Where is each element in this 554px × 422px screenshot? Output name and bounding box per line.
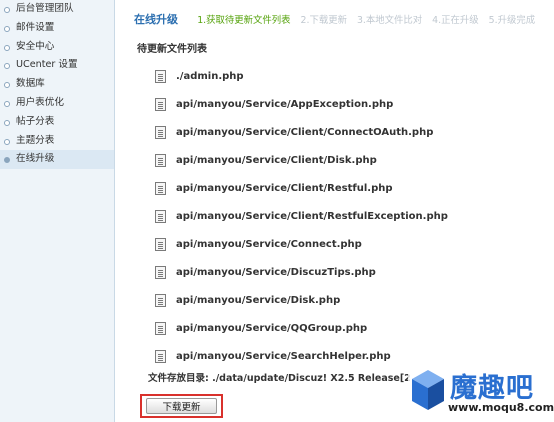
file-icon: [155, 321, 166, 335]
watermark-title: 魔趣吧: [450, 373, 534, 404]
step-3: 3.本地文件比对: [356, 15, 423, 26]
file-name: api/manyou/Service/Connect.php: [176, 238, 362, 250]
file-icon: [155, 265, 166, 279]
file-name: api/manyou/Service/SearchHelper.php: [176, 350, 391, 362]
bullet-icon: [4, 138, 10, 145]
sidebar-item[interactable]: UCenter 设置: [0, 56, 114, 75]
page-title: 在线升级: [134, 13, 178, 26]
sidebar-item-label: UCenter 设置: [16, 59, 78, 71]
bullet-icon: [4, 63, 10, 70]
file-icon: [155, 69, 166, 83]
watermark-logo: 魔趣吧 www.moqu8.com: [408, 364, 554, 420]
list-item: api/manyou/Service/Client/ConnectOAuth.p…: [155, 118, 448, 146]
sidebar: 后台管理团队 邮件设置安全中心 UCenter 设置 数据库用户表优化帖子分表主题分表…: [0, 0, 115, 422]
sidebar-item[interactable]: 邮件设置: [0, 19, 114, 38]
bullet-icon: [4, 100, 10, 107]
file-icon: [155, 153, 166, 167]
sidebar-item[interactable]: 在线升级: [0, 150, 114, 170]
sidebar-item[interactable]: 主题分表: [0, 132, 114, 151]
step-bar: 在线升级 1.获取待更新文件列表 2.下载更新 3.本地文件比对 4.正在升级 5.升级…: [134, 11, 545, 27]
download-update-button[interactable]: 下载更新: [146, 398, 217, 414]
file-icon: [155, 97, 166, 111]
sidebar-item-label: 帖子分表: [16, 115, 55, 127]
sidebar-item-label: 安全中心: [16, 40, 55, 52]
bullet-icon: [4, 119, 10, 126]
list-item: api/manyou/Service/QQGroup.php: [155, 314, 448, 342]
sidebar-item-label: 主题分表: [16, 134, 55, 146]
list-item: api/manyou/Service/SearchHelper.php: [155, 342, 448, 370]
sidebar-item-label: 用户表优化: [16, 96, 64, 108]
bullet-icon: [4, 7, 10, 13]
sidebar-item-label: 后台管理团队: [16, 3, 74, 14]
bullet-icon: [4, 25, 10, 32]
file-icon: [155, 181, 166, 195]
highlight-box: 下载更新: [140, 394, 223, 418]
file-icon: [155, 293, 166, 307]
sidebar-item[interactable]: 帖子分表: [0, 113, 114, 132]
file-name: api/manyou/Service/Client/Restful.php: [176, 182, 393, 194]
file-name: ./admin.php: [176, 70, 244, 82]
sidebar-item[interactable]: 用户表优化: [0, 94, 114, 113]
file-name: api/manyou/Service/Client/RestfulExcepti…: [176, 210, 448, 222]
file-list: ./admin.php api/manyou/Service/AppExcepti…: [155, 62, 448, 370]
list-item: api/manyou/Service/Disk.php: [155, 286, 448, 314]
file-name: api/manyou/Service/AppException.php: [176, 98, 394, 110]
sidebar-item[interactable]: 安全中心: [0, 38, 114, 57]
file-icon: [155, 209, 166, 223]
list-item: ./admin.php: [155, 62, 448, 90]
watermark-url: www.moqu8.com: [448, 401, 554, 414]
list-item: api/manyou/Service/Client/Disk.php: [155, 146, 448, 174]
list-item: api/manyou/Service/Client/Restful.php: [155, 174, 448, 202]
bullet-icon: [4, 44, 10, 51]
bullet-icon: [4, 157, 10, 164]
file-name: api/manyou/Service/Client/Disk.php: [176, 154, 377, 166]
file-icon: [155, 237, 166, 251]
step-1: 1.获取待更新文件列表: [197, 15, 291, 26]
bullet-icon: [4, 82, 10, 89]
sidebar-item[interactable]: 后台管理团队: [0, 0, 114, 19]
list-item: api/manyou/Service/DiscuzTips.php: [155, 258, 448, 286]
file-name: api/manyou/Service/DiscuzTips.php: [176, 266, 376, 278]
cube-logo-icon: [412, 370, 444, 410]
step-2: 2.下载更新: [300, 15, 347, 26]
list-item: api/manyou/Service/Client/RestfulExcepti…: [155, 202, 448, 230]
file-name: api/manyou/Service/QQGroup.php: [176, 322, 368, 334]
file-icon: [155, 125, 166, 139]
sidebar-item[interactable]: 数据库: [0, 75, 114, 94]
file-icon: [155, 349, 166, 363]
sidebar-item-label: 数据库: [16, 78, 45, 90]
file-name: api/manyou/Service/Client/ConnectOAuth.p…: [176, 126, 434, 138]
file-name: api/manyou/Service/Disk.php: [176, 294, 341, 306]
step-5: 5.升级完成: [488, 15, 536, 26]
save-path-text: 文件存放目录: ./data/update/Discuz! X2.5 Relea…: [148, 373, 410, 384]
list-item: api/manyou/Service/AppException.php: [155, 90, 448, 118]
main-panel: 在线升级 1.获取待更新文件列表 2.下载更新 3.本地文件比对 4.正在升级 5.升级…: [115, 0, 554, 422]
sidebar-item-label: 邮件设置: [16, 21, 55, 33]
file-list-title: 待更新文件列表: [137, 44, 207, 55]
step-4: 4.正在升级: [432, 15, 479, 26]
list-item: api/manyou/Service/Connect.php: [155, 230, 448, 258]
sidebar-item-label: 在线升级: [16, 153, 55, 165]
